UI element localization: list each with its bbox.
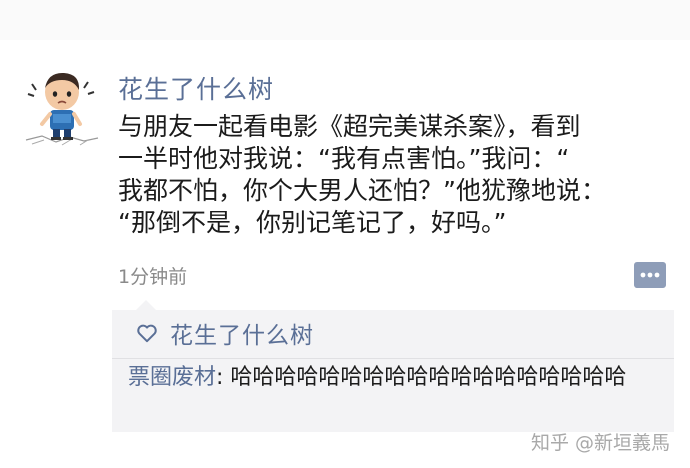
box-pointer xyxy=(136,300,156,310)
likes-row: 花生了什么树 xyxy=(136,316,314,350)
comment-separator: : xyxy=(216,365,231,390)
comment-button[interactable] xyxy=(634,262,666,288)
heart-outline-icon xyxy=(137,324,157,343)
post-text: 与朋友一起看电影《超完美谋杀案》，看到 一半时他对我说：“我有点害怕。”我问：“… xyxy=(118,112,606,237)
avatar[interactable] xyxy=(22,66,102,148)
comment-bubble-icon xyxy=(634,262,666,288)
top-bar xyxy=(0,0,690,40)
likes-comments-box: 花生了什么树 票圈废材: 哈哈哈哈哈哈哈哈哈哈哈哈哈哈哈哈哈哈 xyxy=(112,300,674,432)
comment-text: 哈哈哈哈哈哈哈哈哈哈哈哈哈哈哈哈哈哈 xyxy=(230,365,627,390)
post-author-name[interactable]: 花生了什么树 xyxy=(118,70,274,106)
divider xyxy=(112,358,674,359)
post-timestamp: 1分钟前 xyxy=(118,266,188,288)
comment-item[interactable]: 票圈废材: 哈哈哈哈哈哈哈哈哈哈哈哈哈哈哈哈哈哈 xyxy=(128,364,658,392)
commenter-name[interactable]: 票圈废材 xyxy=(128,365,216,390)
watermark: 知乎 @新垣義馬 xyxy=(530,432,670,454)
cartoon-kid-avatar-icon xyxy=(25,72,99,146)
liker-name[interactable]: 花生了什么树 xyxy=(170,316,314,350)
